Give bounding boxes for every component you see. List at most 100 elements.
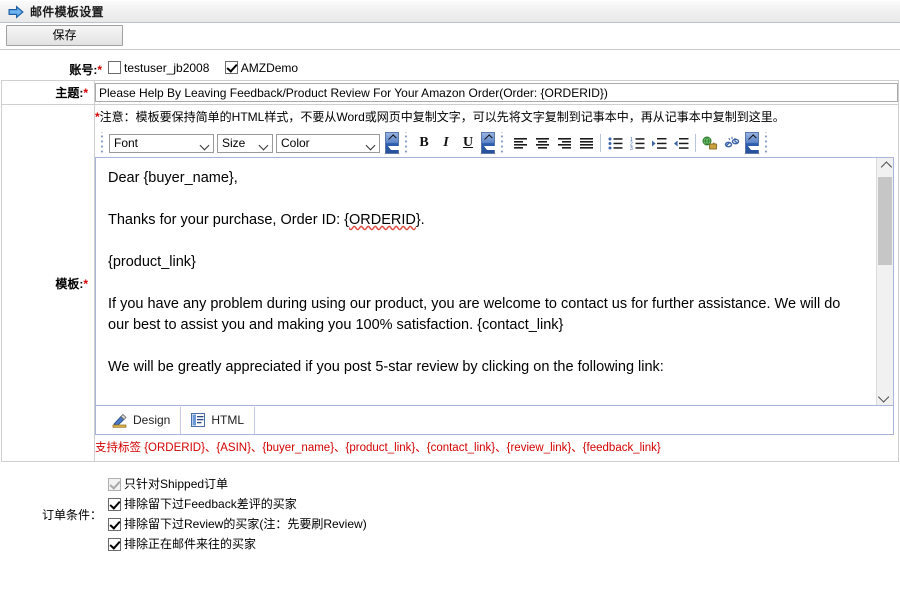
align-left-button[interactable] <box>509 132 531 154</box>
editor-mode-tabs: Design HTML <box>95 406 894 435</box>
italic-icon: I <box>443 135 448 151</box>
align-center-icon <box>535 137 550 150</box>
save-button[interactable]: 保存 <box>6 25 123 46</box>
page-title: 邮件模板设置 <box>30 3 104 20</box>
condition-item-exclude-negative-feedback[interactable]: 排除留下过Feedback差评的买家 <box>108 496 367 513</box>
condition-label: 排除留下过Feedback差评的买家 <box>124 496 297 513</box>
condition-checkbox-exclude-reviewers[interactable] <box>108 518 121 531</box>
underline-icon: U <box>463 135 473 151</box>
supported-tags: 支持标签 {ORDERID}、{ASIN}、{buyer_name}、{prod… <box>95 435 898 461</box>
numbered-list-icon: 123 <box>630 137 645 150</box>
editor-content[interactable]: Dear {buyer_name}, Thanks for your purch… <box>96 158 876 405</box>
indent-increase-icon <box>652 137 667 150</box>
italic-button[interactable]: I <box>435 132 457 154</box>
tab-design-label: Design <box>133 413 170 427</box>
toolbar-grip-icon-2[interactable] <box>403 132 411 154</box>
color-select-wrap: Color <box>276 134 380 153</box>
account-option-amzdemo[interactable]: AMZDemo <box>225 61 298 75</box>
editor-line-3: {product_link} <box>108 252 864 273</box>
account-row: 账号:* testuser_jb2008 AMZDemo <box>0 50 900 80</box>
bold-button[interactable]: B <box>413 132 435 154</box>
condition-label: 排除留下过Review的买家(注：先要刷Review) <box>124 516 367 533</box>
editor-line-1: Dear {buyer_name}, <box>108 168 864 189</box>
subject-label-cell: 主题:* <box>2 81 95 105</box>
template-required-mark: * <box>83 277 88 291</box>
design-pencil-icon <box>112 413 128 428</box>
account-option-testuser[interactable]: testuser_jb2008 <box>108 61 209 75</box>
template-field-cell: *注意：模板要保持简单的HTML样式，不要从Word或网页中复制文字，可以先将文… <box>95 105 899 462</box>
toolbar-overflow-chevron-icon-1[interactable] <box>385 132 399 154</box>
align-center-button[interactable] <box>531 132 553 154</box>
align-right-icon <box>557 137 572 150</box>
tab-html[interactable]: HTML <box>181 407 255 434</box>
tab-design[interactable]: Design <box>102 407 181 434</box>
account-options: testuser_jb2008 AMZDemo <box>108 61 310 78</box>
toolbar-separator-1 <box>600 134 601 152</box>
toolbar-grip-icon[interactable] <box>99 132 107 154</box>
indent-button[interactable] <box>648 132 670 154</box>
scroll-up-arrow-icon[interactable] <box>877 158 893 175</box>
order-conditions-block: 订单条件： 只针对Shipped订单 排除留下过Feedback差评的买家 排除… <box>0 462 900 553</box>
account-checkbox-testuser[interactable] <box>108 61 121 74</box>
font-select[interactable]: Font <box>109 134 214 153</box>
condition-label: 只针对Shipped订单 <box>124 476 228 493</box>
subject-field-cell <box>95 81 899 105</box>
size-select[interactable]: Size <box>217 134 273 153</box>
account-label-text: 账号: <box>69 63 97 77</box>
tab-html-label: HTML <box>211 413 244 427</box>
editor-body: Dear {buyer_name}, Thanks for your purch… <box>95 157 894 406</box>
subject-input[interactable] <box>95 83 898 102</box>
align-left-icon <box>513 137 528 150</box>
numbered-list-button[interactable]: 123 <box>626 132 648 154</box>
underline-button[interactable]: U <box>457 132 479 154</box>
toolbar-grip-icon-4[interactable] <box>763 132 771 154</box>
supported-tags-text: {ORDERID}、{ASIN}、{buyer_name}、{product_l… <box>141 442 661 454</box>
align-right-button[interactable] <box>553 132 575 154</box>
size-select-wrap: Size <box>217 134 273 153</box>
template-note: *注意：模板要保持简单的HTML样式，不要从Word或网页中复制文字，可以先将文… <box>95 105 898 129</box>
condition-checkbox-exclude-negative-feedback[interactable] <box>108 498 121 511</box>
toolbar-overflow-chevron-icon-3[interactable] <box>745 132 759 154</box>
align-justify-icon <box>579 137 594 150</box>
arrow-right-icon <box>8 5 24 19</box>
align-justify-button[interactable] <box>575 132 597 154</box>
unlink-icon <box>724 136 740 150</box>
account-option-label: testuser_jb2008 <box>124 61 209 75</box>
account-checkbox-amzdemo[interactable] <box>225 61 238 74</box>
bullet-list-button[interactable] <box>604 132 626 154</box>
editor-line-5: We will be greatly appreciated if you po… <box>108 357 864 378</box>
html-code-icon <box>191 413 206 427</box>
order-conditions-label: 订单条件： <box>0 506 108 523</box>
toolbar-overflow-chevron-icon-2[interactable] <box>481 132 495 154</box>
order-conditions-list: 只针对Shipped订单 排除留下过Feedback差评的买家 排除留下过Rev… <box>108 476 367 553</box>
scrollbar-thumb[interactable] <box>878 177 892 265</box>
indent-decrease-icon <box>674 137 689 150</box>
condition-item-exclude-reviewers[interactable]: 排除留下过Review的买家(注：先要刷Review) <box>108 516 367 533</box>
bold-icon: B <box>419 135 428 151</box>
remove-link-button[interactable] <box>721 132 743 154</box>
account-label: 账号:* <box>0 61 108 78</box>
editor-toolbar: Font Size Color B <box>95 129 894 157</box>
rich-text-editor: Font Size Color B <box>95 129 894 435</box>
toolbar-separator-2 <box>695 134 696 152</box>
condition-checkbox-exclude-active-threads[interactable] <box>108 538 121 551</box>
editor-line-4: If you have any problem during using our… <box>108 294 864 336</box>
svg-text:3: 3 <box>630 146 633 150</box>
subject-required-mark: * <box>83 86 88 100</box>
font-select-wrap: Font <box>109 134 214 153</box>
editor-line-2-post: }. <box>416 212 425 228</box>
editor-line-2-pre: Thanks for your purchase, Order ID: { <box>108 212 349 228</box>
outdent-button[interactable] <box>670 132 692 154</box>
template-form-table: 主题:* 模板:* *注意：模板要保持简单的HTML样式，不要从Word或网页中… <box>1 80 899 462</box>
color-select[interactable]: Color <box>276 134 380 153</box>
bullet-list-icon <box>608 137 623 150</box>
scroll-down-arrow-icon[interactable] <box>877 388 893 405</box>
supported-tags-label: 支持标签 <box>95 442 141 454</box>
window-titlebar: 邮件模板设置 <box>0 0 900 23</box>
condition-checkbox-shipped-only <box>108 478 121 491</box>
condition-item-exclude-active-threads[interactable]: 排除正在邮件来往的买家 <box>108 536 367 553</box>
toolbar-grip-icon-3[interactable] <box>499 132 507 154</box>
account-required-mark: * <box>97 63 102 77</box>
insert-link-button[interactable] <box>699 132 721 154</box>
editor-scrollbar[interactable] <box>876 158 893 405</box>
